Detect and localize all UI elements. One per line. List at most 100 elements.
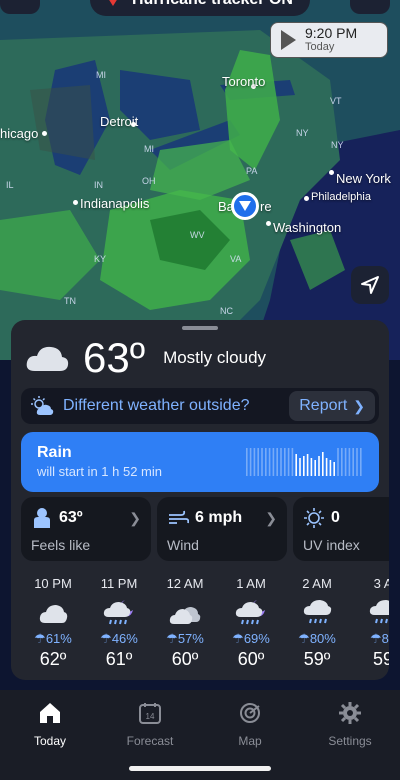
- hourly-item: 12 AM ☂57% 60º: [155, 576, 215, 670]
- current-conditions: 63º Mostly cloudy: [25, 334, 266, 382]
- umbrella-icon: ☂: [166, 631, 178, 646]
- tab-label: Today: [33, 734, 67, 748]
- rain-bar: [272, 448, 275, 476]
- tab-label: Settings: [328, 734, 372, 748]
- precip-value: 86: [381, 631, 389, 646]
- wind-label: Wind: [167, 537, 199, 553]
- rain-alert-card[interactable]: Rain will start in 1 h 52 min: [21, 432, 379, 492]
- location-pin-icon[interactable]: [231, 192, 259, 220]
- rain-bar: [299, 458, 301, 476]
- hourly-item: 2 AM ☂80% 59º: [287, 576, 347, 670]
- report-button[interactable]: Report ❯: [289, 391, 375, 421]
- wind-card[interactable]: 6 mph Wind ❯: [157, 497, 287, 561]
- rain-bar: [341, 448, 343, 476]
- rain-bar: [348, 448, 351, 476]
- precip-chance: ☂69%: [221, 631, 281, 647]
- cloud-moon-rain-icon: [89, 597, 149, 629]
- rain-bar: [360, 448, 362, 476]
- cloud-moon-rain-icon: [221, 597, 281, 629]
- radar-time-player[interactable]: 9:20 PM Today: [270, 22, 388, 58]
- hour-temp: 59º: [303, 649, 331, 669]
- calendar-badge: 14: [146, 712, 155, 721]
- report-label: Report: [299, 397, 348, 414]
- umbrella-icon: ☂: [232, 631, 244, 646]
- home-icon: [40, 703, 60, 723]
- precip-value: 80%: [309, 631, 336, 646]
- radar-icon: [240, 703, 260, 723]
- cloud-icon: [26, 346, 69, 371]
- hourly-item: 10 PM ☂61% 62º: [23, 576, 83, 670]
- hourly-item: 1 AM ☂69% 60º: [221, 576, 281, 670]
- city-dot: [304, 196, 309, 201]
- precip-chance: ☂86: [353, 631, 389, 647]
- hourly-forecast[interactable]: 10 PM ☂61% 62º 11 PM ☂46% 61º 12 AM ☂57% 60º 1 AM…: [11, 576, 389, 680]
- state-label: NC: [220, 306, 233, 316]
- chevron-right-icon: ❯: [265, 510, 277, 526]
- top-right-button[interactable]: [350, 0, 390, 14]
- state-label: NY: [331, 140, 344, 150]
- city-dot: [42, 131, 47, 136]
- hour-time: 12 AM: [166, 576, 204, 591]
- sheet-drag-handle[interactable]: [182, 326, 218, 330]
- tab-label: Map: [238, 734, 262, 748]
- tab-settings[interactable]: Settings: [310, 698, 390, 748]
- rain-bar: [356, 448, 358, 476]
- rain-bar: [303, 456, 305, 476]
- city-label-toronto: Toronto: [222, 74, 266, 89]
- weather-sheet[interactable]: 63º Mostly cloudy Different weather outs…: [11, 320, 389, 680]
- state-label: PA: [246, 166, 258, 176]
- hurricane-banner-text: Hurricane tracker ON: [132, 0, 293, 9]
- rain-bar: [295, 454, 297, 476]
- precip-chance: ☂46%: [89, 631, 149, 647]
- tab-today[interactable]: Today: [10, 698, 90, 748]
- uv-value: 0: [331, 509, 340, 526]
- radar-map[interactable]: Hurricane tracker ON 9:20 PM Today Toron…: [0, 0, 400, 360]
- rain-bar: [284, 448, 286, 476]
- state-label: TN: [64, 296, 76, 306]
- hurricane-tracker-banner[interactable]: Hurricane tracker ON: [90, 0, 310, 16]
- rain-bar: [333, 462, 335, 476]
- chevron-right-icon: ❯: [353, 397, 365, 414]
- hour-temp: 59: [372, 649, 389, 669]
- city-dot: [73, 200, 78, 205]
- radar-day: Today: [305, 41, 335, 53]
- rain-bar: [325, 458, 328, 476]
- different-weather-text: Different weather outside?: [63, 397, 250, 414]
- feels-like-value: 63º: [59, 509, 83, 526]
- top-left-button[interactable]: [0, 0, 40, 14]
- state-label: VT: [330, 96, 342, 106]
- hour-time: 3 A: [373, 576, 389, 591]
- rain-bar: [249, 448, 252, 476]
- city-label-philadelphia: Philadelphia: [311, 191, 371, 203]
- umbrella-icon: ☂: [298, 631, 310, 646]
- uv-index-card[interactable]: 0 UV index: [293, 497, 389, 561]
- rain-bar: [280, 448, 282, 476]
- rain-bar: [322, 452, 324, 476]
- state-label: OH: [142, 176, 156, 186]
- current-condition: Mostly cloudy: [163, 348, 267, 367]
- tab-forecast[interactable]: 14 Forecast: [110, 698, 190, 748]
- feels-like-card[interactable]: 63º Feels like ❯: [21, 497, 151, 561]
- state-label: IN: [94, 180, 103, 190]
- city-label-indianapolis: Indianapolis: [80, 196, 150, 211]
- rain-bar: [287, 448, 290, 476]
- locate-me-button[interactable]: [351, 266, 389, 304]
- state-label: KY: [94, 254, 107, 264]
- different-weather-prompt[interactable]: Different weather outside? Report ❯: [21, 388, 379, 424]
- rain-subtitle: will start in 1 h 52 min: [37, 464, 162, 479]
- precip-value: 46%: [111, 631, 138, 646]
- rain-bar: [253, 448, 256, 476]
- play-icon[interactable]: [279, 29, 297, 51]
- tab-map[interactable]: Map: [210, 698, 290, 748]
- radar-time: 9:20 PM: [305, 25, 358, 41]
- umbrella-icon: ☂: [34, 631, 46, 646]
- rain-bar: [261, 448, 263, 476]
- city-dot: [131, 122, 136, 127]
- wind-icon: [169, 510, 189, 524]
- city-label-new-york: New York: [336, 171, 391, 186]
- precip-chance: ☂57%: [155, 631, 215, 647]
- hour-temp: 60º: [171, 649, 199, 669]
- rain-bar: [291, 448, 294, 476]
- city-label-baltimore-end: re: [260, 199, 272, 214]
- rain-bar: [276, 448, 278, 476]
